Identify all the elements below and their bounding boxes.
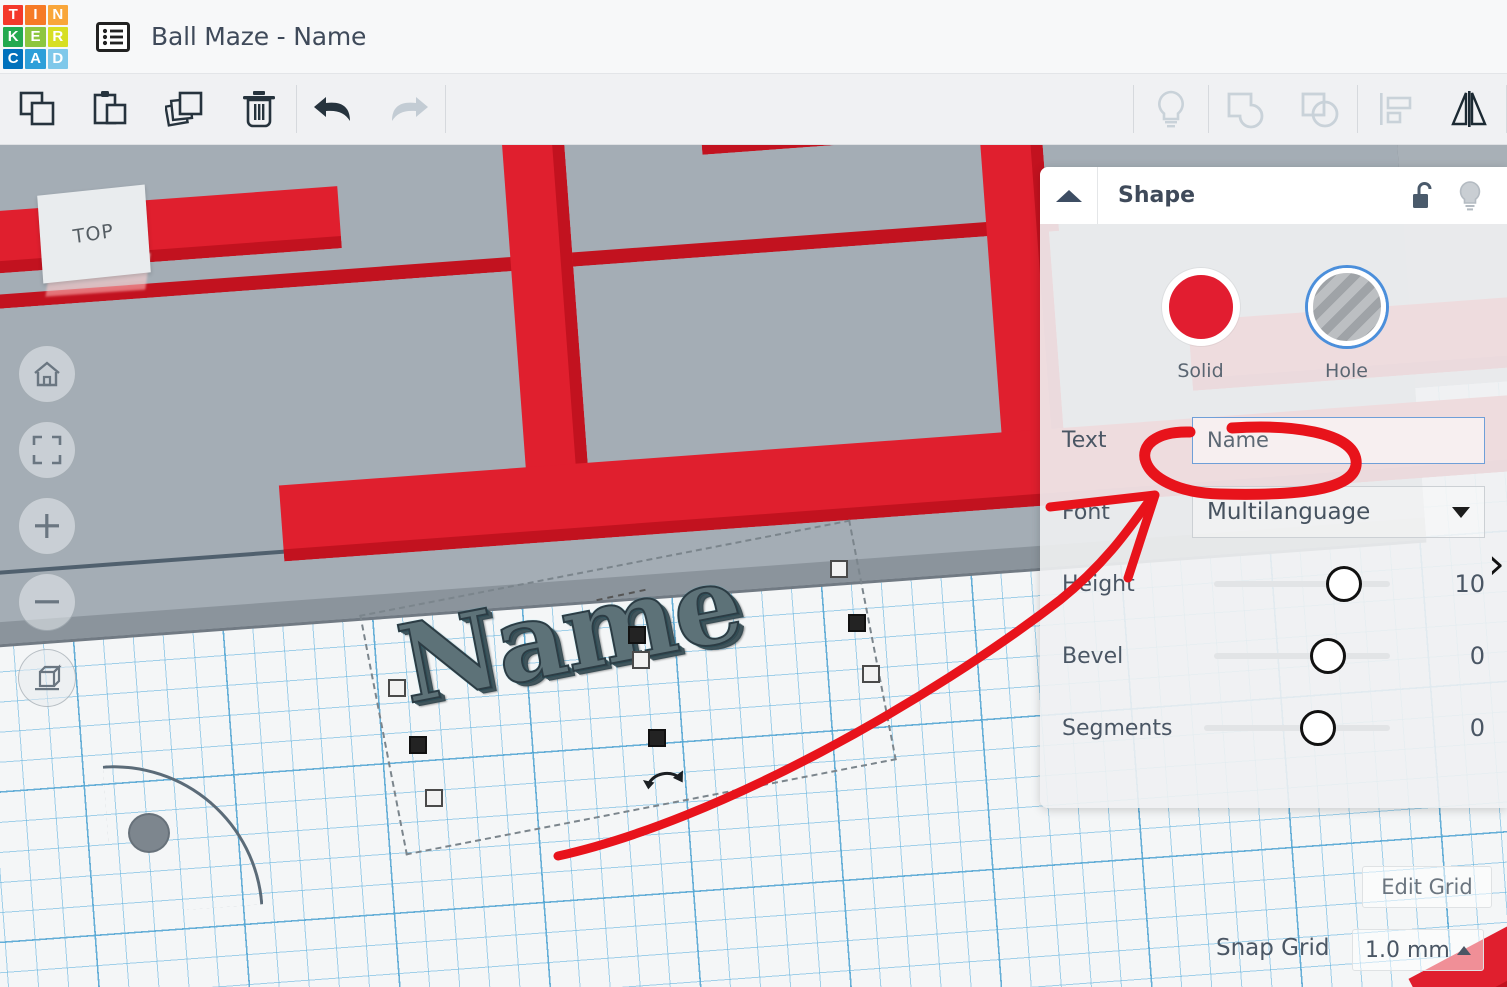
- triangle-up-icon[interactable]: [1040, 167, 1098, 224]
- height-slider-track[interactable]: [1214, 581, 1390, 587]
- hole-mode-label: Hole: [1325, 360, 1368, 382]
- trash-icon[interactable]: [222, 74, 296, 145]
- shape-properties-panel: Shape Solid Hole Text Name Font Multilan…: [1040, 167, 1507, 808]
- bevel-row: Bevel 0: [1040, 632, 1507, 680]
- font-select-value: Multilanguage: [1207, 499, 1371, 525]
- segments-label: Segments: [1062, 715, 1173, 741]
- group-shapes-icon: [1209, 74, 1283, 145]
- logo-cell-a: A: [25, 48, 46, 69]
- height-slider-thumb[interactable]: [1326, 566, 1362, 602]
- toolbar-divider-2: [445, 85, 446, 133]
- height-slider[interactable]: 10: [1192, 560, 1485, 608]
- solid-mode-label: Solid: [1177, 360, 1224, 382]
- height-label: Height: [1062, 571, 1135, 597]
- paste-button[interactable]: [74, 74, 148, 145]
- panel-body: Solid Hole Text Name Font Multilanguage: [1040, 224, 1507, 752]
- solid-hole-selector: Solid Hole: [1040, 268, 1507, 382]
- rotation-arrow-icon[interactable]: [640, 764, 691, 808]
- plate-hole: [128, 813, 170, 853]
- logo-cell-t: T: [3, 4, 24, 25]
- page-title: Ball Maze - Name: [151, 22, 367, 51]
- resize-handle[interactable]: [425, 789, 443, 807]
- ungroup-shapes-icon: [1283, 74, 1357, 145]
- top-orientation-label: TOP: [37, 184, 151, 284]
- text-row: Text Name: [1040, 416, 1507, 464]
- duplicate-button[interactable]: [148, 74, 222, 145]
- logo-cell-n: N: [47, 4, 68, 25]
- top-label-text: TOP: [72, 219, 116, 249]
- font-label: Font: [1062, 499, 1110, 525]
- bevel-value: 0: [1469, 642, 1485, 670]
- resize-handle[interactable]: [830, 560, 848, 578]
- unlocked-padlock-icon[interactable]: [1401, 167, 1447, 224]
- segments-slider-thumb[interactable]: [1300, 710, 1336, 746]
- height-row: Height 10: [1040, 560, 1507, 608]
- font-select[interactable]: Multilanguage: [1192, 486, 1485, 538]
- align-icon: [1358, 74, 1432, 145]
- copy-button[interactable]: [0, 74, 74, 145]
- solid-color-swatch[interactable]: [1161, 268, 1240, 346]
- tinkercad-logo[interactable]: T I N K E R C A D: [0, 2, 70, 72]
- edge-handle[interactable]: [409, 736, 427, 754]
- view-controls: [18, 345, 76, 707]
- snap-grid-value: 1.0 mm: [1365, 937, 1450, 963]
- logo-cell-k: K: [3, 26, 24, 47]
- lightbulb-icon: [1134, 74, 1208, 145]
- logo-cell-c: C: [3, 48, 24, 69]
- logo-cell-e: E: [25, 26, 46, 47]
- edit-toolbar: [0, 74, 1507, 145]
- chevron-down-icon: [1452, 506, 1470, 518]
- solid-mode[interactable]: Solid: [1161, 268, 1240, 382]
- bevel-slider-thumb[interactable]: [1310, 638, 1346, 674]
- top-bar: T I N K E R C A D Ball Maze - Name: [0, 0, 1507, 74]
- plus-icon[interactable]: [18, 497, 76, 555]
- hole-hatch-swatch[interactable]: [1307, 268, 1386, 346]
- hole-mode[interactable]: Hole: [1307, 268, 1386, 382]
- panel-header: Shape: [1040, 167, 1507, 224]
- text-label: Text: [1062, 427, 1107, 453]
- tinkercad-app: T I N K E R C A D Ball Maze - Name TOP N…: [0, 0, 1507, 987]
- snap-grid-select[interactable]: 1.0 mm: [1352, 929, 1484, 971]
- chevron-up-icon: [1457, 945, 1471, 955]
- edge-handle[interactable]: [628, 626, 646, 644]
- lightbulb-icon[interactable]: [1447, 167, 1493, 224]
- panel-title: Shape: [1118, 183, 1196, 208]
- home-icon[interactable]: [18, 345, 76, 403]
- undo-arrow-icon[interactable]: [297, 74, 371, 145]
- logo-cell-i: I: [25, 4, 46, 25]
- edge-handle[interactable]: [648, 729, 666, 747]
- minus-icon[interactable]: [18, 573, 76, 631]
- logo-cell-r: R: [47, 26, 68, 47]
- logo-cell-d: D: [47, 48, 68, 69]
- mirror-flip-icon[interactable]: [1432, 74, 1506, 145]
- segments-row: Segments 0: [1040, 704, 1507, 752]
- resize-handle[interactable]: [388, 679, 406, 697]
- segments-slider-track[interactable]: [1204, 725, 1390, 731]
- text-input[interactable]: Name: [1192, 416, 1485, 464]
- segments-slider[interactable]: 0: [1192, 704, 1485, 752]
- bevel-label: Bevel: [1062, 643, 1124, 669]
- edge-handle[interactable]: [848, 614, 866, 632]
- redo-arrow-icon: [371, 74, 445, 145]
- list-icon[interactable]: [93, 17, 133, 57]
- panel-expand-chevron-icon[interactable]: ›: [1488, 543, 1505, 585]
- bevel-slider-track[interactable]: [1214, 653, 1390, 659]
- property-rows: Text Name Font Multilanguage Height 10 B…: [1040, 416, 1507, 752]
- height-value: 10: [1454, 570, 1485, 598]
- edit-grid-button[interactable]: Edit Grid: [1362, 866, 1492, 908]
- fit-to-view-icon[interactable]: [18, 421, 76, 479]
- box-perspective-icon[interactable]: [18, 649, 76, 707]
- resize-handle[interactable]: [862, 665, 880, 683]
- height-handle[interactable]: [632, 651, 650, 669]
- bevel-slider[interactable]: 0: [1192, 632, 1485, 680]
- snap-grid-label: Snap Grid: [1216, 935, 1330, 961]
- font-row: Font Multilanguage: [1040, 486, 1507, 538]
- segments-value: 0: [1469, 714, 1485, 742]
